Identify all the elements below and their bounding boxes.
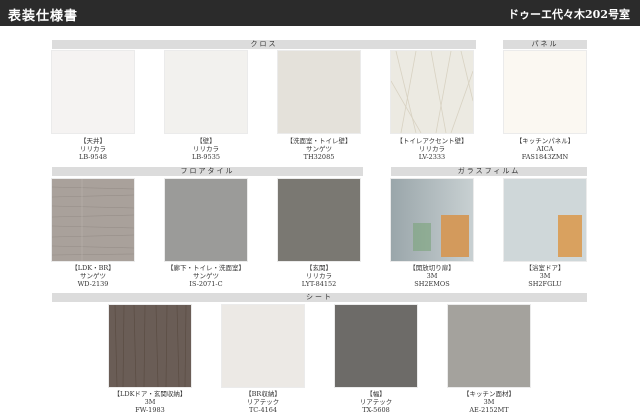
swatch-ceiling-cloth — [52, 51, 134, 133]
swatch-entrance-floor — [278, 179, 360, 261]
swatch-width-sheet — [335, 305, 417, 387]
caption-bath-door: 【浴室ドア】 3M SH2FGLU — [525, 264, 565, 288]
caption-ceiling: 【天井】 リリカラ LB-9548 — [79, 137, 107, 161]
caption-washroom-wall: 【洗面室・トイレ壁】 サンゲツ TH32085 — [286, 137, 352, 161]
swatch-toilet-accent-cloth — [391, 51, 473, 133]
swatch-corridor-floor — [165, 179, 247, 261]
document-header: 表装仕様書 ドゥーエ代々木202号室 — [0, 0, 640, 26]
clear-glass-sample — [504, 179, 586, 261]
swatch-kitchen-surface-sheet — [448, 305, 530, 387]
caption-corridor: 【廊下・トイレ・洗面室】 サンゲツ IS-2071-C — [167, 264, 245, 288]
caption-entrance: 【玄関】 リリカラ LYT-84152 — [301, 264, 337, 288]
swatch-washroom-cloth — [278, 51, 360, 133]
swatch-bath-door-film — [504, 179, 586, 261]
caption-ldk-door: 【LDKドア・玄関収納】 3M FW-1983 — [113, 390, 187, 414]
caption-kitchen-surface: 【キッチン面材】 3M AE-2152MT — [463, 390, 515, 414]
section-floor-tile: フロアタイル — [52, 167, 363, 176]
swatch-wall-cloth — [165, 51, 247, 133]
document-title: 表装仕様書 — [8, 9, 79, 24]
swatch-ldk-floor — [52, 179, 134, 261]
swatch-kitchen-panel — [504, 51, 586, 133]
caption-partition-door: 【開放切り扉】 3M SH2EMOS — [409, 264, 455, 288]
caption-kitchen-panel: 【キッチンパネル】 AICA FAS1843ZMN — [515, 137, 575, 161]
caption-toilet-accent: 【トイレアクセント壁】 リリカラ LV-2333 — [396, 137, 468, 161]
section-glass-film: ガラスフィルム — [391, 167, 587, 176]
geometric-line-pattern — [391, 51, 473, 133]
section-panel: パネル — [503, 40, 587, 49]
caption-width: 【幅】 リアテック TX-5608 — [359, 390, 393, 414]
section-cloth: クロス — [52, 40, 476, 49]
property-name: ドゥーエ代々木202号室 — [508, 8, 630, 21]
swatch-br-storage-sheet — [222, 305, 304, 387]
swatch-ldk-door-sheet — [109, 305, 191, 387]
caption-ldk-br: 【LDK・BR】 サンゲツ WD-2139 — [71, 264, 115, 288]
wood-grain-pattern — [52, 179, 134, 261]
dark-wood-grain-pattern — [114, 305, 187, 387]
frosted-glass-sample — [391, 179, 473, 261]
section-sheet: シート — [52, 293, 587, 302]
caption-wall: 【壁】 リリカラ LB-9535 — [192, 137, 220, 161]
caption-br-storage: 【BR収納】 リアテック TC-4164 — [245, 390, 281, 414]
swatch-partition-door-film — [391, 179, 473, 261]
